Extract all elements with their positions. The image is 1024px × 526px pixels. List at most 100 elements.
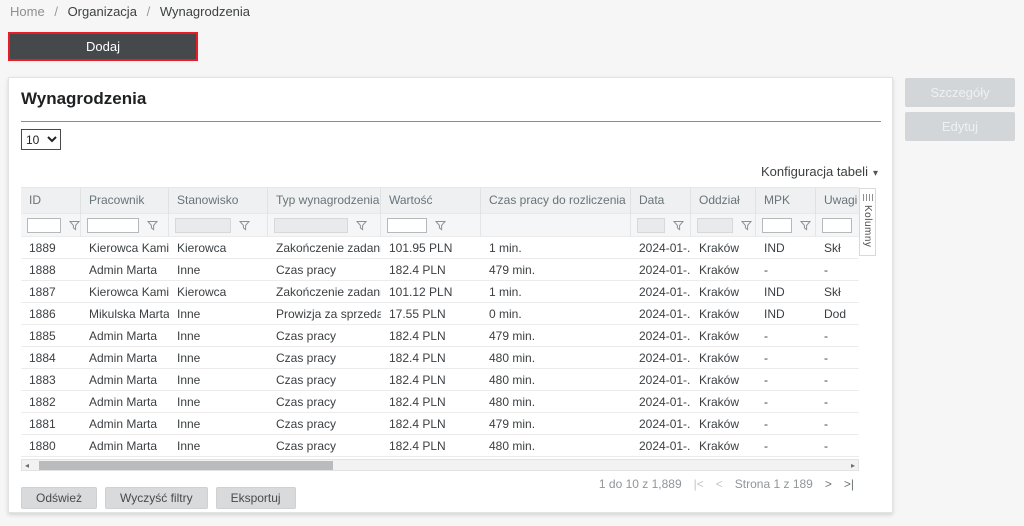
cell: Czas pracy [268,435,381,457]
filter-funnel-icon[interactable] [673,220,684,231]
cell: Inne [169,391,268,413]
breadcrumb-organizacja[interactable]: Organizacja [68,4,137,19]
horizontal-scrollbar[interactable]: ◂ ▸ [21,459,859,471]
filter-funnel-icon[interactable] [147,220,158,231]
cell: 182.4 PLN [381,259,481,281]
cell: 0 min. [481,303,631,325]
cell: Inne [169,259,268,281]
breadcrumb: Home / Organizacja / Wynagrodzenia [10,4,250,19]
cell: - [756,369,816,391]
table-row[interactable]: 1886Mikulska MartaInneProwizja za sprzed… [21,302,859,324]
filter-input [637,218,665,233]
cell: - [816,369,859,391]
table-row[interactable]: 1881Admin MartaInneCzas pracy182.4 PLN47… [21,412,859,434]
table-config-label: Konfiguracja tabeli [761,164,868,179]
column-header-label: ID [29,193,41,207]
table-row[interactable]: 1885Admin MartaInneCzas pracy182.4 PLN47… [21,324,859,346]
filter-funnel-icon[interactable] [69,220,80,231]
filter-input [274,218,348,233]
cell: Czas pracy [268,369,381,391]
table-row[interactable]: 1889Kierowca KamilKierowcaZakończenie za… [21,236,859,258]
cell: - [756,391,816,413]
cell: Dod [816,303,859,325]
column-header[interactable]: Czas pracy do rozliczenia [481,188,631,214]
drag-grip-icon [863,194,873,201]
cell: Kierowca Kamil [81,237,169,259]
filter-input[interactable] [27,218,61,233]
table-row[interactable]: 1888Admin MartaInneCzas pracy182.4 PLN47… [21,258,859,280]
cell: Kraków [691,259,756,281]
filter-funnel-icon[interactable] [239,220,250,231]
chevron-down-icon: ▾ [873,168,878,179]
scroll-right-icon[interactable]: ▸ [851,460,855,471]
cell: 1881 [21,413,81,435]
column-header[interactable]: MPK [756,188,816,214]
filter-input [175,218,231,233]
export-button[interactable]: Eksportuj [216,487,296,509]
cell: Admin Marta [81,413,169,435]
breadcrumb-home[interactable]: Home [10,4,45,19]
scrollbar-thumb[interactable] [39,461,333,470]
cell: - [756,259,816,281]
cell: 2024-01-... [631,259,691,281]
page-size-select[interactable]: 10 [21,129,61,150]
main-panel: Wynagrodzenia 10 Konfiguracja tabeli▾ ID… [8,77,893,513]
table-row[interactable]: 1887Kierowca KamilKierowcaZakończenie za… [21,280,859,302]
column-header[interactable]: Uwagi [816,188,859,214]
filter-input[interactable] [387,218,427,233]
cell: - [816,259,859,281]
filter-cell [81,214,169,237]
filter-funnel-icon[interactable] [435,220,446,231]
scroll-left-icon[interactable]: ◂ [25,460,29,471]
filter-funnel-icon[interactable] [800,220,811,231]
details-button[interactable]: Szczegóły [905,78,1015,107]
table-row[interactable]: 1882Admin MartaInneCzas pracy182.4 PLN48… [21,390,859,412]
breadcrumb-separator: / [147,4,151,19]
column-header[interactable]: Oddział [691,188,756,214]
cell: 2024-01-... [631,413,691,435]
table-config-button[interactable]: Konfiguracja tabeli ▾ [761,164,878,179]
filter-input[interactable] [762,218,792,233]
cell: IND [756,281,816,303]
salaries-table: ID PracownikStanowiskoTyp wynagrodzeniaWa… [21,187,859,457]
first-page-button[interactable]: |< [694,477,704,491]
page-number-label: Strona 1 z 189 [735,477,813,491]
edit-button[interactable]: Edytuj [905,112,1015,141]
column-header[interactable]: Data [631,188,691,214]
cell: Kraków [691,281,756,303]
cell: 480 min. [481,347,631,369]
refresh-button[interactable]: Odśwież [21,487,97,509]
cell: Skł [816,237,859,259]
cell: Inne [169,303,268,325]
column-header[interactable]: Wartość [381,188,481,214]
cell: 182.4 PLN [381,435,481,457]
table-row[interactable]: 1880Admin MartaInneCzas pracy182.4 PLN48… [21,434,859,456]
cell: 2024-01-... [631,281,691,303]
column-header[interactable]: Typ wynagrodzenia [268,188,381,214]
cell: - [816,413,859,435]
filter-cell [756,214,816,237]
column-header[interactable]: Pracownik [81,188,169,214]
cell: - [756,435,816,457]
clear-filters-button[interactable]: Wyczyść filtry [105,487,208,509]
cell: 2024-01-... [631,369,691,391]
next-page-button[interactable]: > [825,477,832,491]
column-header[interactable]: Stanowisko [169,188,268,214]
column-header-label: Data [639,193,664,207]
add-button[interactable]: Dodaj [8,32,198,61]
cell: 1889 [21,237,81,259]
column-header[interactable]: ID [21,188,81,214]
last-page-button[interactable]: >| [844,477,854,491]
filter-funnel-icon[interactable] [356,220,367,231]
filter-input[interactable] [822,218,852,233]
columns-tab[interactable]: Kolumny [859,188,876,256]
filter-cell [816,214,859,237]
table-row[interactable]: 1884Admin MartaInneCzas pracy182.4 PLN48… [21,346,859,368]
table-row[interactable]: 1883Admin MartaInneCzas pracy182.4 PLN48… [21,368,859,390]
prev-page-button[interactable]: < [716,477,723,491]
filter-funnel-icon[interactable] [741,220,752,231]
filter-input[interactable] [87,218,139,233]
cell: 1882 [21,391,81,413]
cell: Admin Marta [81,259,169,281]
cell: Kraków [691,413,756,435]
